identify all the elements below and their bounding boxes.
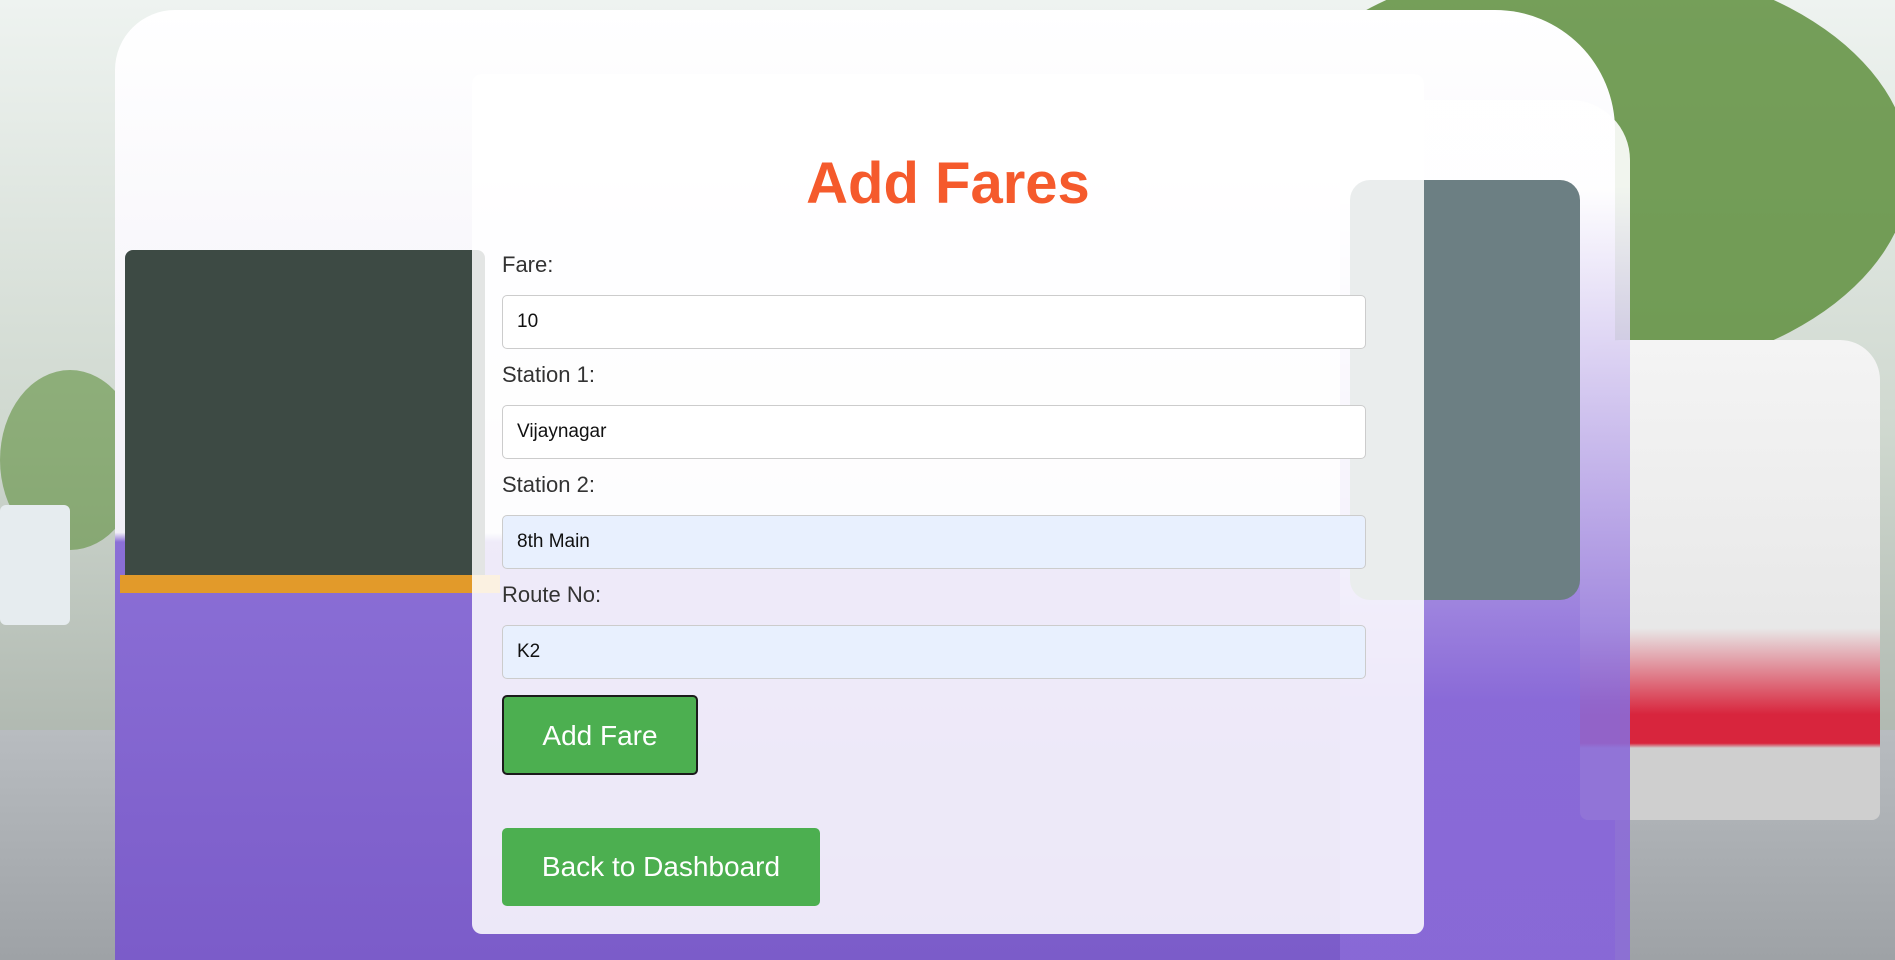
route-no-label: Route No: xyxy=(502,582,602,607)
route-no-input[interactable] xyxy=(502,625,1366,679)
back-to-dashboard-button[interactable]: Back to Dashboard xyxy=(502,828,820,906)
station1-label: Station 1: xyxy=(502,362,595,387)
station2-label: Station 2: xyxy=(502,472,595,497)
station2-input[interactable] xyxy=(502,515,1366,569)
add-fare-button[interactable]: Add Fare xyxy=(502,695,698,775)
add-fare-form: Fare: Station 1: Station 2: Route No: Ad… xyxy=(502,249,1394,775)
add-fare-card: Add Fares Fare: Station 1: Station 2: Ro… xyxy=(472,74,1424,934)
page-title: Add Fares xyxy=(806,151,1090,216)
fare-label: Fare: xyxy=(502,252,554,277)
fare-input[interactable] xyxy=(502,295,1366,349)
station1-input[interactable] xyxy=(502,405,1366,459)
